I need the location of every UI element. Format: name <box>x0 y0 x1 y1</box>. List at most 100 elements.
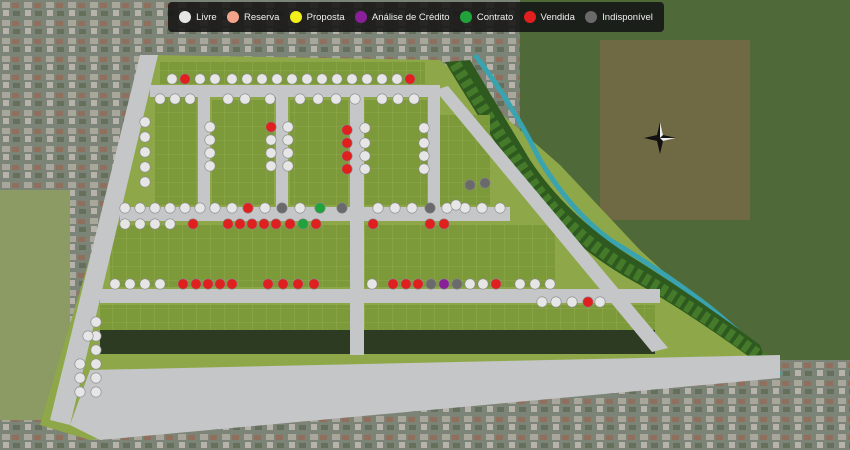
lot-status-marker[interactable] <box>222 218 234 230</box>
lot-status-marker[interactable] <box>341 150 353 162</box>
lot-status-marker[interactable] <box>226 73 238 85</box>
lot-status-marker[interactable] <box>286 73 298 85</box>
lot-status-marker[interactable] <box>536 296 548 308</box>
lot-status-marker[interactable] <box>424 202 436 214</box>
lot-status-marker[interactable] <box>359 122 371 134</box>
lot-status-marker[interactable] <box>464 179 476 191</box>
legend-item-analise-de-credito[interactable]: Análise de Crédito <box>354 11 450 23</box>
lot-status-marker[interactable] <box>154 93 166 105</box>
lot-status-marker[interactable] <box>194 73 206 85</box>
legend-item-livre[interactable]: Livre <box>179 11 217 23</box>
lot-status-marker[interactable] <box>282 147 294 159</box>
lot-status-marker[interactable] <box>418 137 430 149</box>
lot-status-marker[interactable] <box>241 73 253 85</box>
lot-status-marker[interactable] <box>376 73 388 85</box>
lot-status-marker[interactable] <box>209 202 221 214</box>
lot-status-marker[interactable] <box>204 121 216 133</box>
lot-status-marker[interactable] <box>204 147 216 159</box>
lot-status-marker[interactable] <box>418 150 430 162</box>
lot-status-marker[interactable] <box>271 73 283 85</box>
lot-status-marker[interactable] <box>425 278 437 290</box>
legend-item-reserva[interactable]: Reserva <box>226 11 279 23</box>
lot-status-marker[interactable] <box>418 122 430 134</box>
lot-status-marker[interactable] <box>424 218 436 230</box>
lot-status-marker[interactable] <box>514 278 526 290</box>
lot-status-marker[interactable] <box>149 218 161 230</box>
lot-status-marker[interactable] <box>294 93 306 105</box>
lot-status-marker[interactable] <box>438 278 450 290</box>
lot-status-marker[interactable] <box>359 137 371 149</box>
lot-status-marker[interactable] <box>336 202 348 214</box>
lot-status-marker[interactable] <box>408 93 420 105</box>
lot-status-marker[interactable] <box>341 124 353 136</box>
legend-item-contrato[interactable]: Contrato <box>459 11 513 23</box>
lot-status-marker[interactable] <box>139 116 151 128</box>
lot-status-marker[interactable] <box>187 218 199 230</box>
lot-status-marker[interactable] <box>134 202 146 214</box>
lot-status-marker[interactable] <box>139 146 151 158</box>
lot-status-marker[interactable] <box>204 160 216 172</box>
lot-status-marker[interactable] <box>242 202 254 214</box>
lot-status-marker[interactable] <box>404 73 416 85</box>
lot-status-marker[interactable] <box>74 372 86 384</box>
lot-status-marker[interactable] <box>308 278 320 290</box>
lot-status-marker[interactable] <box>259 202 271 214</box>
lot-status-marker[interactable] <box>166 73 178 85</box>
lot-status-marker[interactable] <box>387 278 399 290</box>
lot-status-marker[interactable] <box>297 218 309 230</box>
lot-status-marker[interactable] <box>139 278 151 290</box>
lot-status-marker[interactable] <box>476 202 488 214</box>
lot-status-marker[interactable] <box>316 73 328 85</box>
lot-status-marker[interactable] <box>256 73 268 85</box>
lot-status-marker[interactable] <box>412 278 424 290</box>
lot-status-marker[interactable] <box>265 134 277 146</box>
lot-status-marker[interactable] <box>376 93 388 105</box>
lot-status-marker[interactable] <box>372 202 384 214</box>
lot-status-marker[interactable] <box>90 372 102 384</box>
lot-status-marker[interactable] <box>494 202 506 214</box>
lot-status-marker[interactable] <box>119 202 131 214</box>
lot-status-marker[interactable] <box>190 278 202 290</box>
lot-status-marker[interactable] <box>139 131 151 143</box>
lot-status-marker[interactable] <box>361 73 373 85</box>
lot-status-marker[interactable] <box>74 386 86 398</box>
lot-status-marker[interactable] <box>139 176 151 188</box>
lot-status-marker[interactable] <box>582 296 594 308</box>
lot-status-marker[interactable] <box>346 73 358 85</box>
lot-status-marker[interactable] <box>367 218 379 230</box>
lot-status-marker[interactable] <box>184 93 196 105</box>
lot-status-marker[interactable] <box>330 93 342 105</box>
lot-status-marker[interactable] <box>312 93 324 105</box>
lot-status-marker[interactable] <box>359 150 371 162</box>
lot-status-marker[interactable] <box>239 93 251 105</box>
lot-status-marker[interactable] <box>594 296 606 308</box>
lot-status-marker[interactable] <box>149 202 161 214</box>
lot-status-marker[interactable] <box>451 278 463 290</box>
lot-status-marker[interactable] <box>400 278 412 290</box>
lot-status-marker[interactable] <box>310 218 322 230</box>
lot-status-marker[interactable] <box>179 202 191 214</box>
lot-status-marker[interactable] <box>204 134 216 146</box>
lot-status-marker[interactable] <box>169 93 181 105</box>
lot-status-marker[interactable] <box>277 278 289 290</box>
lot-status-marker[interactable] <box>226 202 238 214</box>
lot-status-marker[interactable] <box>90 386 102 398</box>
lot-status-marker[interactable] <box>490 278 502 290</box>
lot-status-marker[interactable] <box>550 296 562 308</box>
lot-status-marker[interactable] <box>450 199 462 211</box>
lot-status-marker[interactable] <box>301 73 313 85</box>
lot-status-marker[interactable] <box>139 161 151 173</box>
lot-status-marker[interactable] <box>177 278 189 290</box>
lot-status-marker[interactable] <box>270 218 282 230</box>
lot-status-marker[interactable] <box>179 73 191 85</box>
lot-status-marker[interactable] <box>479 177 491 189</box>
lot-status-marker[interactable] <box>282 160 294 172</box>
lot-status-marker[interactable] <box>464 278 476 290</box>
lot-status-marker[interactable] <box>265 147 277 159</box>
lot-status-marker[interactable] <box>406 202 418 214</box>
lot-status-marker[interactable] <box>341 137 353 149</box>
lot-status-marker[interactable] <box>164 218 176 230</box>
lot-status-marker[interactable] <box>209 73 221 85</box>
lot-status-marker[interactable] <box>222 93 234 105</box>
lot-status-marker[interactable] <box>226 278 238 290</box>
